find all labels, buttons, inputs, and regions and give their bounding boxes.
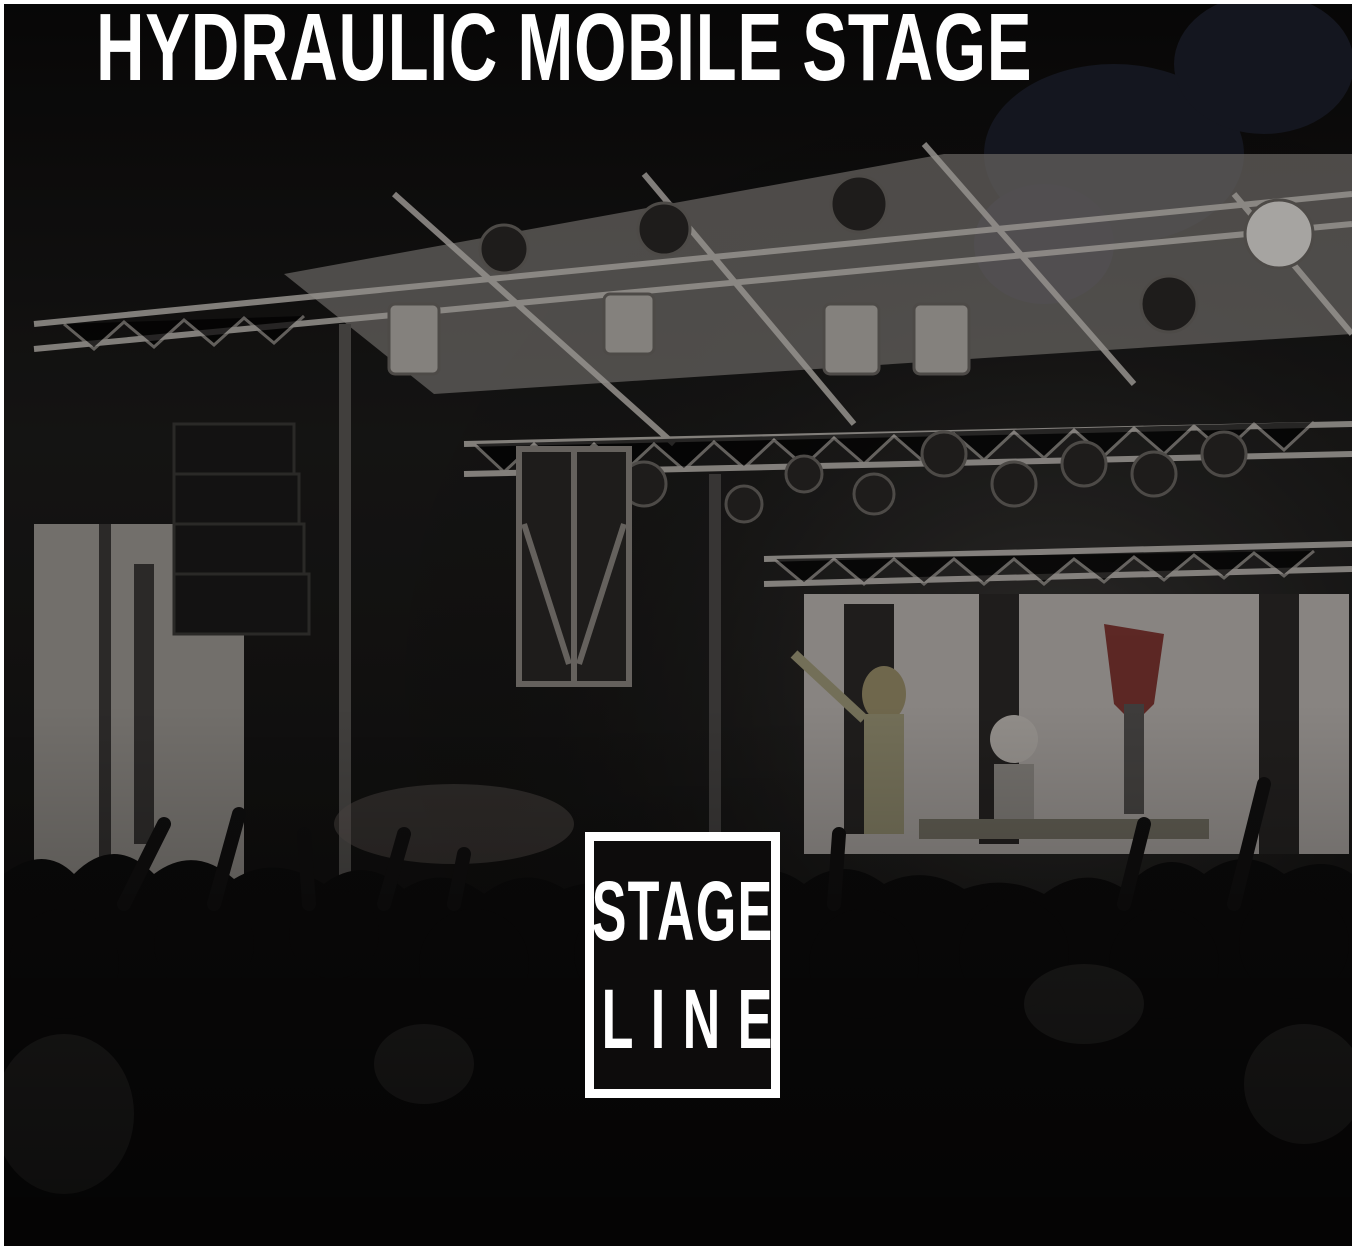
logo-line-line: LINE <box>601 972 790 1066</box>
poster: HYDRAULIC MOBILE STAGE STAGE LINE <box>4 4 1352 1246</box>
stageline-logo: STAGE LINE <box>585 832 780 1098</box>
logo-panel: STAGE LINE <box>591 841 774 1089</box>
logo-line-stage: STAGE <box>591 864 774 958</box>
poster-title: HYDRAULIC MOBILE STAGE <box>96 4 1033 101</box>
